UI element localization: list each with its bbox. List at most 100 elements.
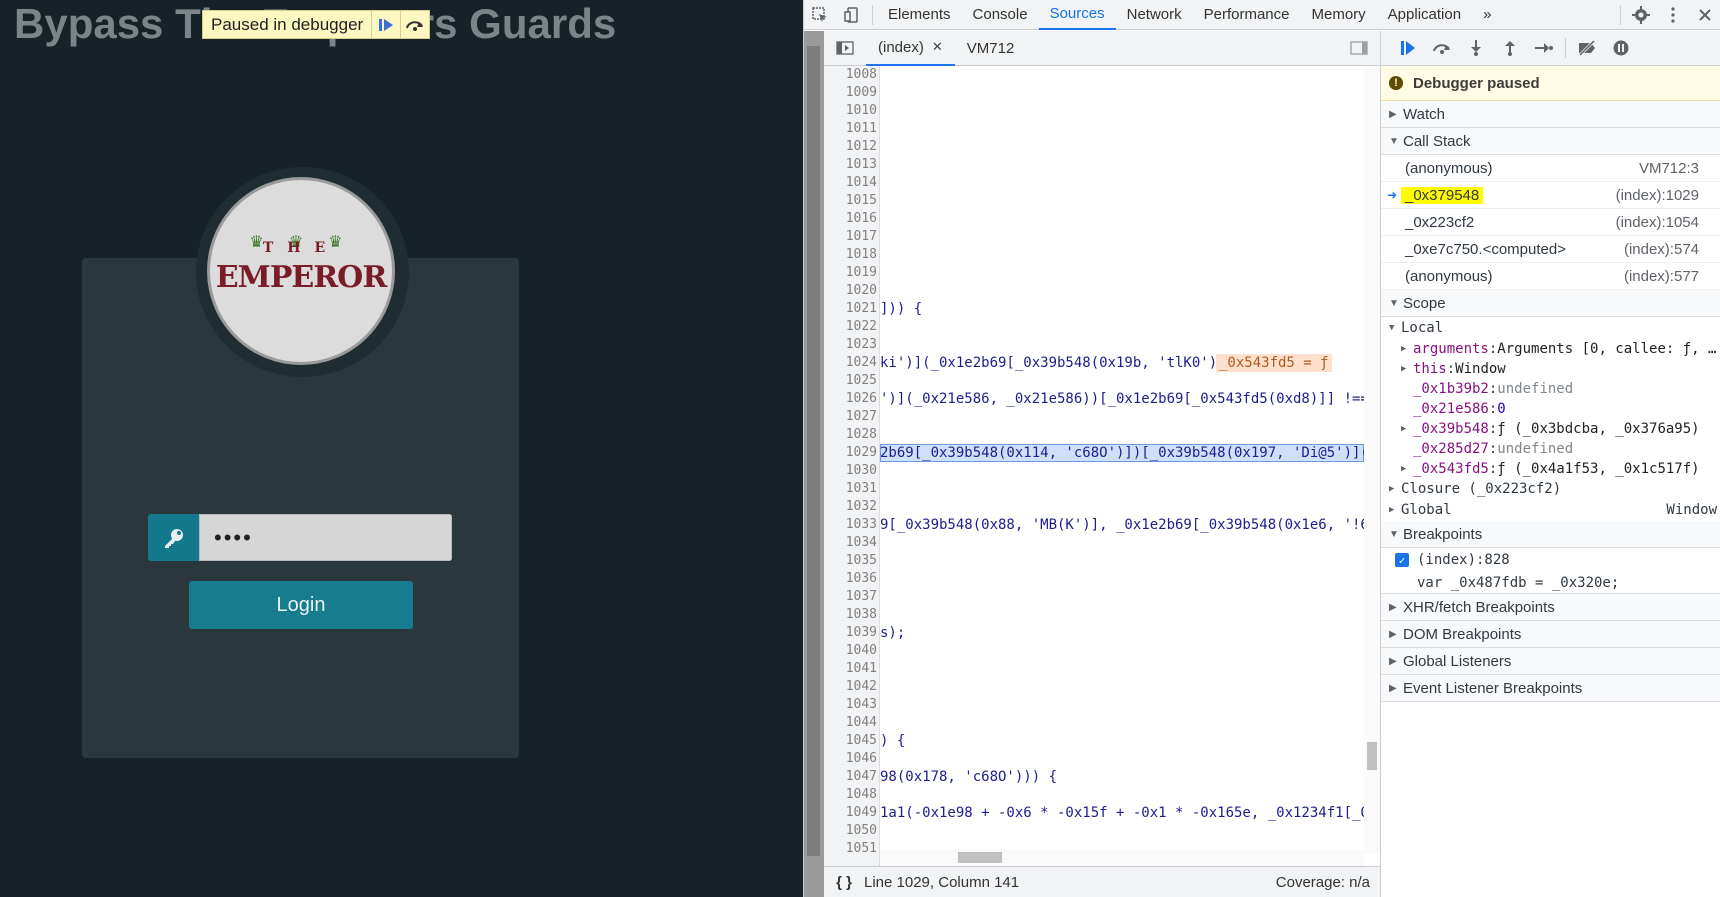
close-tab-icon[interactable]: ✕ <box>932 39 943 55</box>
line-number[interactable]: 1023 <box>824 336 877 354</box>
tab-console[interactable]: Console <box>962 0 1039 30</box>
call-stack-frame[interactable]: ➜ _0x379548 (index):1029 <box>1381 182 1720 209</box>
code-line[interactable]: 1022 <box>824 318 1364 336</box>
scope-variable[interactable]: _0x1b39b2: undefined <box>1381 379 1720 399</box>
section-scope[interactable]: ▼ Scope <box>1381 290 1720 317</box>
code-line[interactable]: 1041 <box>824 660 1364 678</box>
navigator-scrollbar[interactable] <box>804 31 824 897</box>
scope-variable[interactable]: _0x285d27: undefined <box>1381 439 1720 459</box>
line-number[interactable]: 1010 <box>824 102 877 120</box>
step-out-icon[interactable] <box>1493 31 1527 66</box>
call-stack-frame[interactable]: (anonymous) VM712:3 <box>1381 155 1720 182</box>
scope-closure[interactable]: ▶ Closure (_0x223cf2) <box>1381 479 1720 499</box>
pretty-print-button[interactable]: { } <box>824 874 864 891</box>
line-number[interactable]: 1038 <box>824 606 877 624</box>
code-line[interactable]: 1010 <box>824 102 1364 120</box>
line-number[interactable]: 1039 <box>824 624 877 642</box>
line-number[interactable]: 1040 <box>824 642 877 660</box>
source-tab-index[interactable]: (index) ✕ <box>866 31 955 66</box>
code-line[interactable]: 1049 1a1(-0x1e98 + -0x6 * -0x15f + -0x1 *… <box>824 804 1378 822</box>
code-line[interactable]: 1026 ')](_0x21e586, _0x21e586))[_0x1e2b69… <box>824 390 1369 408</box>
step-into-icon[interactable] <box>1459 31 1493 66</box>
code-line[interactable]: 1025 <box>824 372 1364 390</box>
code-line[interactable]: 1034 <box>824 534 1364 552</box>
line-number[interactable]: 1033 <box>824 516 877 534</box>
line-number[interactable]: 1032 <box>824 498 877 516</box>
frame-location[interactable]: VM712:3 <box>1639 160 1699 177</box>
line-number[interactable]: 1046 <box>824 750 877 768</box>
code-line[interactable]: 1032 <box>824 498 1364 516</box>
line-number[interactable]: 1017 <box>824 228 877 246</box>
line-number[interactable]: 1043 <box>824 696 877 714</box>
code-line[interactable]: 1027 <box>824 408 1364 426</box>
code-line[interactable]: 1031 <box>824 480 1364 498</box>
tab-application[interactable]: Application <box>1377 0 1472 30</box>
code-line[interactable]: 1037 <box>824 588 1364 606</box>
line-number[interactable]: 1012 <box>824 138 877 156</box>
call-stack-frame[interactable]: (anonymous) (index):577 <box>1381 263 1720 290</box>
frame-location[interactable]: (index):1029 <box>1616 187 1699 204</box>
line-number[interactable]: 1045 <box>824 732 877 750</box>
close-devtools-icon[interactable] <box>1689 0 1720 30</box>
breakpoint-item[interactable]: ✓ (index):828 <box>1381 548 1720 572</box>
code-line[interactable]: 1030 <box>824 462 1364 480</box>
scope-variable[interactable]: ▶ _0x39b548: ƒ (_0x3bdcba, _0x376a95) <box>1381 419 1720 439</box>
code-line[interactable]: 1040 <box>824 642 1364 660</box>
code-line[interactable]: 1043 <box>824 696 1364 714</box>
code-line[interactable]: 1038 <box>824 606 1364 624</box>
line-number[interactable]: 1034 <box>824 534 877 552</box>
code-line[interactable]: 1047 98(0x178, 'c68O'))) { <box>824 768 1364 786</box>
settings-gear-icon[interactable] <box>1625 0 1657 30</box>
code-line[interactable]: 1035 <box>824 552 1364 570</box>
line-number[interactable]: 1029 <box>824 444 877 462</box>
resume-icon[interactable] <box>371 11 400 38</box>
code-line[interactable]: 1014 <box>824 174 1364 192</box>
line-number[interactable]: 1021 <box>824 300 877 318</box>
step-over-icon[interactable] <box>400 11 429 38</box>
section-watch[interactable]: ▶ Watch <box>1381 101 1720 128</box>
code-line[interactable]: 1021])) { <box>824 300 1364 318</box>
pause-on-exceptions-icon[interactable] <box>1604 31 1638 66</box>
source-tab-vm712[interactable]: VM712 <box>955 31 1027 66</box>
tab-memory[interactable]: Memory <box>1301 0 1377 30</box>
code-line[interactable]: 1019 <box>824 264 1364 282</box>
code-line[interactable]: 1015 <box>824 192 1364 210</box>
vertical-scroll-thumb[interactable] <box>1367 742 1377 770</box>
section-dom-breakpoints[interactable]: ▶ DOM Breakpoints <box>1381 621 1720 648</box>
device-toggle-icon[interactable] <box>836 0 868 30</box>
line-number[interactable]: 1008 <box>824 66 877 84</box>
scope-variable[interactable]: ▶ arguments: Arguments [0, callee: ƒ, … <box>1381 339 1720 359</box>
section-call-stack[interactable]: ▼ Call Stack <box>1381 128 1720 155</box>
line-number[interactable]: 1027 <box>824 408 877 426</box>
code-line[interactable]: 1012 <box>824 138 1364 156</box>
section-breakpoints[interactable]: ▼ Breakpoints <box>1381 521 1720 548</box>
line-number[interactable]: 1044 <box>824 714 877 732</box>
line-number[interactable]: 1018 <box>824 246 877 264</box>
line-number[interactable]: 1016 <box>824 210 877 228</box>
editor-vertical-scrollbar[interactable] <box>1364 66 1380 854</box>
line-number[interactable]: 1049 <box>824 804 877 822</box>
toggle-navigator-icon[interactable] <box>824 31 866 66</box>
code-line[interactable]: 1046 <box>824 750 1364 768</box>
step-over-next-call-icon[interactable] <box>1425 31 1459 66</box>
code-line[interactable]: 1039 s); <box>824 624 1364 642</box>
line-number[interactable]: 1026 <box>824 390 877 408</box>
scope-global[interactable]: ▶ Global Window <box>1381 499 1720 521</box>
code-line[interactable]: 1017 <box>824 228 1364 246</box>
deactivate-breakpoints-icon[interactable] <box>1570 31 1604 66</box>
code-line[interactable]: 1023 <box>824 336 1364 354</box>
line-number[interactable]: 1030 <box>824 462 877 480</box>
code-line[interactable]: 1045) { <box>824 732 1364 750</box>
frame-location[interactable]: (index):1054 <box>1616 214 1699 231</box>
code-editor[interactable]: 1008 1009 1010 1011 1012 1013 1014 1015 1016 1017… <box>824 66 1380 866</box>
scope-variable[interactable]: _0x21e586: 0 <box>1381 399 1720 419</box>
line-number[interactable]: 1014 <box>824 174 877 192</box>
line-number[interactable]: 1020 <box>824 282 877 300</box>
frame-location[interactable]: (index):577 <box>1624 268 1699 285</box>
scope-variable[interactable]: ▶ this: Window <box>1381 359 1720 379</box>
code-line[interactable]: 1029 2b69[_0x39b548(0x114, 'c68O')])[_0x3… <box>824 444 1369 462</box>
line-number[interactable]: 1028 <box>824 426 877 444</box>
code-line[interactable]: 1011 <box>824 120 1364 138</box>
code-line[interactable]: 1013 <box>824 156 1364 174</box>
line-number[interactable]: 1011 <box>824 120 877 138</box>
